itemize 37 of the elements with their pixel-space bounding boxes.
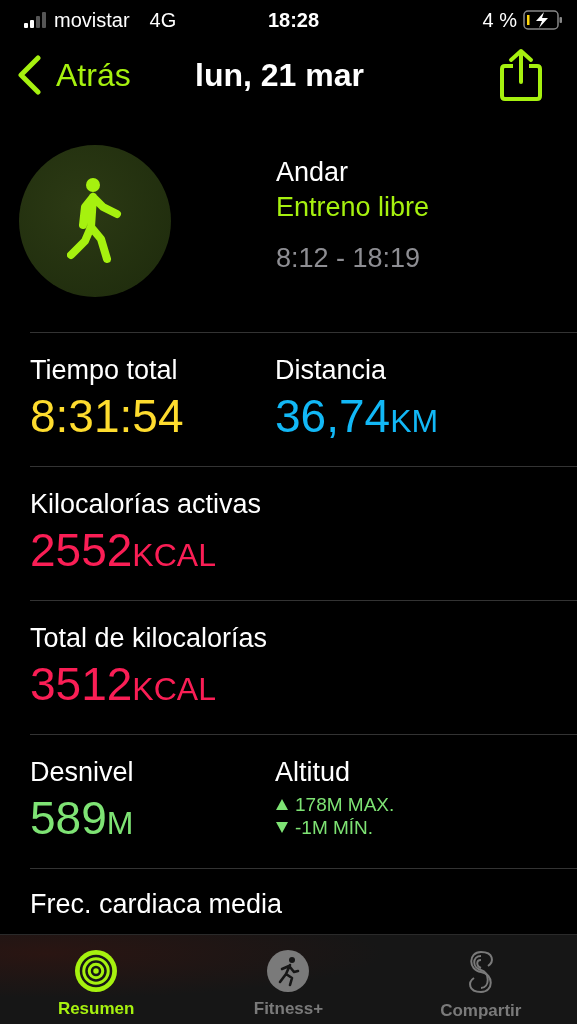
battery-charging-icon <box>523 10 563 30</box>
metric-value: 589 <box>30 791 107 845</box>
carrier-name: movistar <box>54 8 130 32</box>
down-triangle-icon <box>275 820 289 835</box>
metric-label: Altitud <box>275 756 351 789</box>
altitude-reading: -1M MÍN. <box>295 816 374 839</box>
metric-label: Tiempo total <box>30 354 178 387</box>
tab-item[interactable]: Fitness+ <box>192 935 385 1024</box>
metric-unit: M <box>106 805 134 842</box>
up-triangle-icon <box>275 797 289 812</box>
workout-time-range: 8:12 - 18:19 <box>276 242 422 274</box>
altitude-reading: 178M MAX. <box>295 793 395 816</box>
metric-value: 3512 <box>30 657 133 711</box>
metric-label: Distancia <box>275 354 387 387</box>
tab-item[interactable]: Resumen <box>0 935 193 1024</box>
signal-icon <box>24 12 46 28</box>
workout-subtitle: Entreno libre <box>276 191 430 223</box>
metric-label: Kilocalorías activas <box>30 488 262 521</box>
metric-value: 2552 <box>30 523 133 577</box>
battery-percent: 4 % <box>482 8 517 32</box>
share-icon[interactable] <box>499 48 543 102</box>
metric-value: 36,74 <box>275 389 391 443</box>
network-type: 4G <box>149 8 177 32</box>
back-button[interactable]: Atrás <box>16 55 131 95</box>
metric-label: Total de kilocalorías <box>30 622 268 655</box>
metric-unit: KCAL <box>132 671 216 708</box>
metric-unit: KCAL <box>132 537 216 574</box>
screen-title: lun, 21 mar <box>195 56 364 94</box>
metric-value: 8:31:54 <box>30 389 184 443</box>
metric-unit: KM <box>390 403 439 440</box>
walking-figure-icon <box>67 177 123 265</box>
metric-label: Frec. cardiaca media <box>30 888 283 921</box>
clock-time: 18:28 <box>267 8 320 31</box>
chevron-left-icon <box>16 55 42 95</box>
workout-type: Andar <box>276 156 350 188</box>
metric-label: Desnivel <box>30 756 134 789</box>
tab-item[interactable]: Compartir <box>384 935 577 1024</box>
